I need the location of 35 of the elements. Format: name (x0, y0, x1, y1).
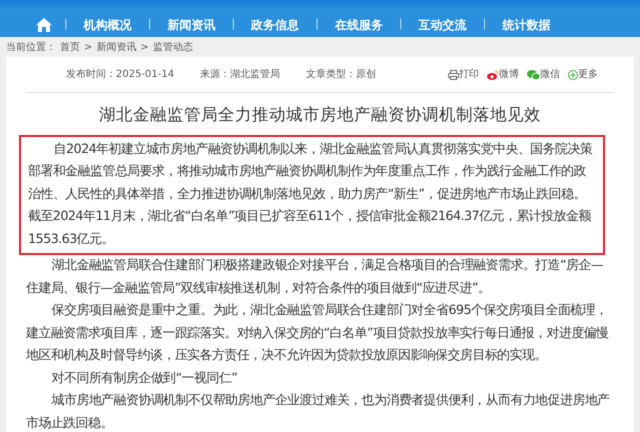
nav-divider: | (231, 16, 236, 32)
nav-divider: | (148, 16, 152, 32)
nav-link[interactable]: 机构概况 (68, 16, 148, 34)
highlighted-paragraph: 自2024年初建立城市房地产融资协调机制以来，湖北金融监管局认真贯彻落实党中央、国务院决策部署和金融监管总局要求，将推动城市房地产融资协调机制作为年度重点工作，作为践行金融工作的政治性、人民性的具体举措，全力推进协调机制落地见效，助力房产“新生”，促进房地产市场止跌回稳。截至2024年11月末，湖北省“白名单”项目已扩容至611个，授信审批金额2164.37亿元，累计投放金额1553.63亿元。 (19, 134, 605, 256)
share-link[interactable]: 微信 (527, 67, 560, 82)
breadcrumb-separator: > (140, 40, 149, 54)
article-meta: 来源：湖北监管局 (200, 68, 280, 82)
breadcrumb-label: 当前位置： (6, 40, 56, 54)
nav-divider: | (315, 16, 319, 32)
wechat-icon (527, 70, 540, 80)
share-link[interactable]: 更多 (568, 67, 598, 82)
nav-link[interactable]: 统计数据 (486, 16, 566, 34)
breadcrumb-link[interactable]: 首页 (60, 40, 80, 54)
nav-link[interactable]: 互动交流 (402, 16, 483, 34)
article-paragraph: 湖北金融监管局联合住建部门积极搭建政银企对接平台，满足合格项目的合理融资需求。打造“房企—住建局、银行—金融监管局”双线审核推送机制，对符合条件的项目做到“应进尽进”。 (26, 257, 604, 298)
article-paragraph: 城市房地产融资协调机制不仅帮助房地产企业渡过难关，也为消费者提供便利，从而有力地促进房地产市场止跌回稳。 (26, 392, 611, 432)
article-paragraph: 对不同所有制房企做到“一视同仁” (50, 370, 238, 388)
breadcrumb-separator: > (84, 40, 92, 54)
article-paragraph: 保交房项目融资是重中之重。为此，湖北金融监管局联合住建部门对全省695个保交房项目全面梳理，建立融资需求项目库，逐一跟踪落实。对纳入保交房的“白名单”项目贷款投放率实行每日通报，对进度偏慢地区和机构及时督导约谈，压实各方责任，决不允许因为贷款投放原因影响保交房目标的实现。 (26, 302, 610, 366)
printer-icon (448, 70, 459, 80)
nav-link[interactable]: 在线服务 (318, 16, 399, 34)
plus-icon (568, 70, 578, 80)
article-title: 湖北金融监管局全力推动城市房地产融资协调机制落地见效 (98, 105, 542, 125)
breadcrumb-link[interactable]: 监管动态 (152, 40, 193, 54)
nav-divider: | (482, 16, 486, 32)
nav-divider: | (64, 16, 68, 32)
share-link[interactable]: 微博 (487, 67, 519, 82)
weibo-icon (487, 70, 499, 80)
breadcrumb-link[interactable]: 新闻资讯 (96, 40, 136, 54)
article-meta: 文章类型：原创 (306, 68, 376, 82)
nav-link[interactable]: 政务信息 (235, 16, 316, 34)
article-meta: 发布时间：2025-01-14 (66, 68, 174, 82)
nav-link[interactable]: 新闻资讯 (151, 16, 232, 34)
nav-divider: | (398, 16, 403, 32)
share-link[interactable]: 打印 (448, 67, 479, 82)
